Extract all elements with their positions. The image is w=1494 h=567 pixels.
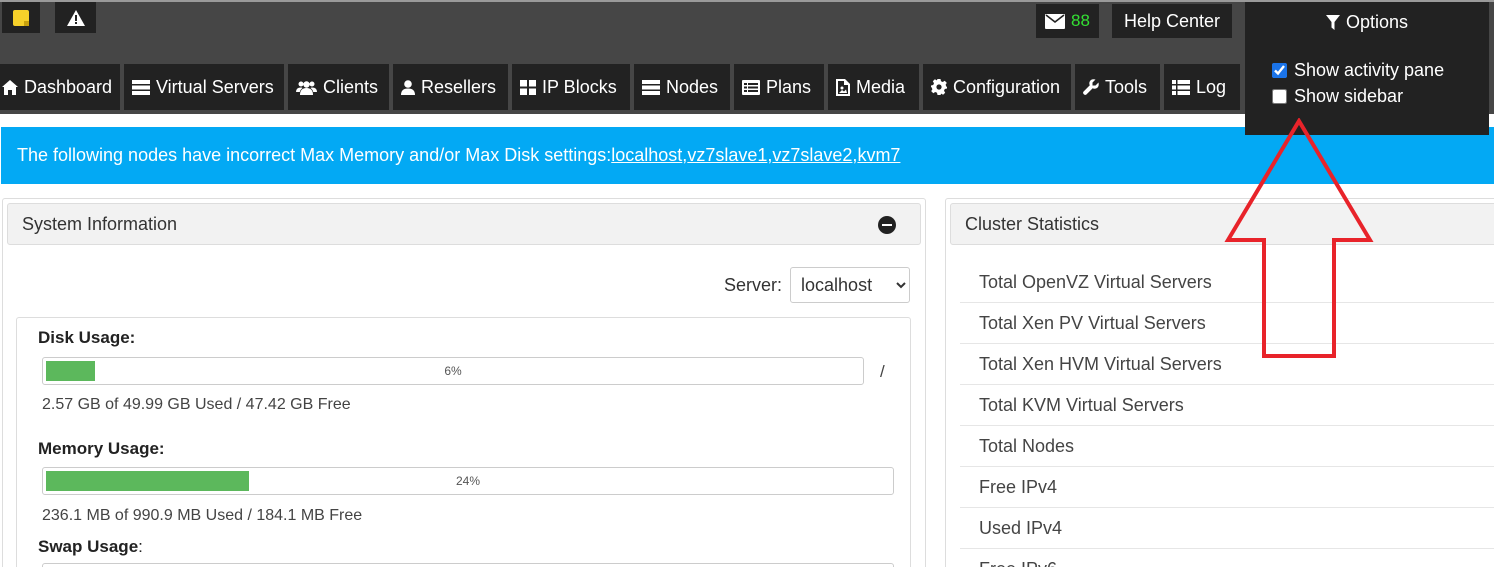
- memory-usage-title: Memory Usage:: [38, 439, 165, 458]
- nav-log[interactable]: Log: [1164, 64, 1240, 110]
- warning-icon: [66, 9, 85, 26]
- panel-title: Cluster Statistics: [965, 213, 1100, 234]
- disk-usage-title: Disk Usage:: [38, 328, 136, 347]
- panel-title: System Information: [22, 213, 178, 234]
- server-selector: Server: localhost: [724, 267, 911, 303]
- nav-media[interactable]: Media: [828, 64, 919, 110]
- sticky-notes-button[interactable]: [2, 2, 40, 33]
- cluster-stat-row: Free IPv4: [960, 467, 1494, 508]
- nav-label: Configuration: [953, 76, 1061, 97]
- sticky-note-icon: [13, 9, 29, 26]
- cluster-stat-row: Total Nodes: [960, 426, 1494, 467]
- cluster-stat-row: Free IPv6: [960, 549, 1494, 567]
- gear-icon: [931, 79, 947, 95]
- cluster-statistics-header: Cluster Statistics: [950, 203, 1494, 245]
- server-label: Server:: [724, 274, 783, 295]
- swap-usage-colon: :: [138, 537, 143, 556]
- nav-virtual-servers[interactable]: Virtual Servers: [124, 64, 284, 110]
- nav-tools[interactable]: Tools: [1075, 64, 1160, 110]
- server-icon: [642, 79, 660, 95]
- envelope-icon: [1045, 13, 1066, 29]
- cluster-stat-row: Used IPv4: [960, 508, 1494, 549]
- nav-resellers[interactable]: Resellers: [393, 64, 508, 110]
- nav-plans[interactable]: Plans: [734, 64, 824, 110]
- nav-clients[interactable]: Clients: [288, 64, 389, 110]
- nav-configuration[interactable]: Configuration: [923, 64, 1071, 110]
- system-information-header: System Information: [7, 203, 921, 245]
- alert-link-vz7slave1[interactable]: vz7slave1: [687, 145, 767, 166]
- grid-icon: [520, 79, 536, 95]
- option-label: Show activity pane: [1294, 60, 1445, 80]
- option-label: Show sidebar: [1294, 86, 1404, 106]
- alert-link-vz7slave2[interactable]: vz7slave2: [772, 145, 852, 166]
- swap-usage-bar: [42, 563, 894, 567]
- help-center-button[interactable]: Help Center: [1112, 4, 1232, 38]
- options-toggle[interactable]: Options: [1245, 12, 1489, 33]
- disk-usage-percent: 6%: [444, 364, 462, 378]
- nav-label: Media: [856, 76, 906, 97]
- users-icon: [296, 80, 317, 95]
- nav-label: IP Blocks: [542, 76, 617, 97]
- list-icon: [1172, 79, 1190, 95]
- home-icon: [2, 79, 18, 95]
- memory-usage-bar: 24%: [42, 467, 894, 495]
- swap-usage-label: Swap Usage: [38, 537, 139, 556]
- swap-usage-title: Swap Usage:: [38, 537, 143, 557]
- show-activity-pane-option[interactable]: Show activity pane: [1272, 60, 1444, 81]
- nav-label: Log: [1196, 76, 1227, 97]
- disk-mount-point: /: [880, 362, 885, 381]
- memory-usage-detail: 236.1 MB of 990.9 MB Used / 184.1 MB Fre…: [42, 507, 363, 524]
- server-icon: [132, 79, 150, 95]
- messages-button[interactable]: 88: [1036, 4, 1099, 38]
- cluster-stat-row: Total KVM Virtual Servers: [960, 385, 1494, 426]
- nav-label: Plans: [766, 76, 812, 97]
- user-icon: [401, 79, 415, 95]
- nav-label: Nodes: [666, 76, 719, 97]
- options-title: Options: [1345, 12, 1409, 32]
- nav-label: Virtual Servers: [156, 76, 274, 97]
- alert-link-kvm7[interactable]: kvm7: [857, 145, 900, 166]
- show-sidebar-option[interactable]: Show sidebar: [1272, 86, 1403, 107]
- nav-dashboard[interactable]: Dashboard: [0, 64, 120, 110]
- memory-usage-percent: 24%: [455, 474, 481, 488]
- disk-usage-detail: 2.57 GB of 49.99 GB Used / 47.42 GB Free: [42, 396, 351, 413]
- alert-link-localhost[interactable]: localhost: [611, 145, 682, 166]
- server-select[interactable]: localhost: [790, 267, 911, 303]
- collapse-icon[interactable]: [878, 216, 896, 234]
- nav-label: Dashboard: [24, 76, 113, 97]
- nav-label: Clients: [323, 76, 379, 97]
- nav-nodes[interactable]: Nodes: [634, 64, 730, 110]
- list-icon: [742, 79, 760, 95]
- show-sidebar-checkbox[interactable]: [1272, 89, 1287, 104]
- nav-label: Tools: [1105, 76, 1148, 97]
- nav-ip-blocks[interactable]: IP Blocks: [512, 64, 630, 110]
- alerts-button[interactable]: [55, 2, 96, 33]
- nav-label: Resellers: [421, 76, 497, 97]
- disk-usage-bar: 6%: [42, 357, 864, 385]
- message-count: 88: [1071, 11, 1090, 30]
- wrench-icon: [1083, 79, 1099, 95]
- options-panel: Options Show activity pane Show sidebar: [1245, 2, 1489, 135]
- show-activity-pane-checkbox[interactable]: [1272, 63, 1287, 78]
- file-icon: [836, 78, 850, 96]
- filter-icon: [1325, 15, 1340, 30]
- alert-text: The following nodes have incorrect Max M…: [17, 145, 612, 165]
- annotation-arrow-icon: [1224, 118, 1374, 358]
